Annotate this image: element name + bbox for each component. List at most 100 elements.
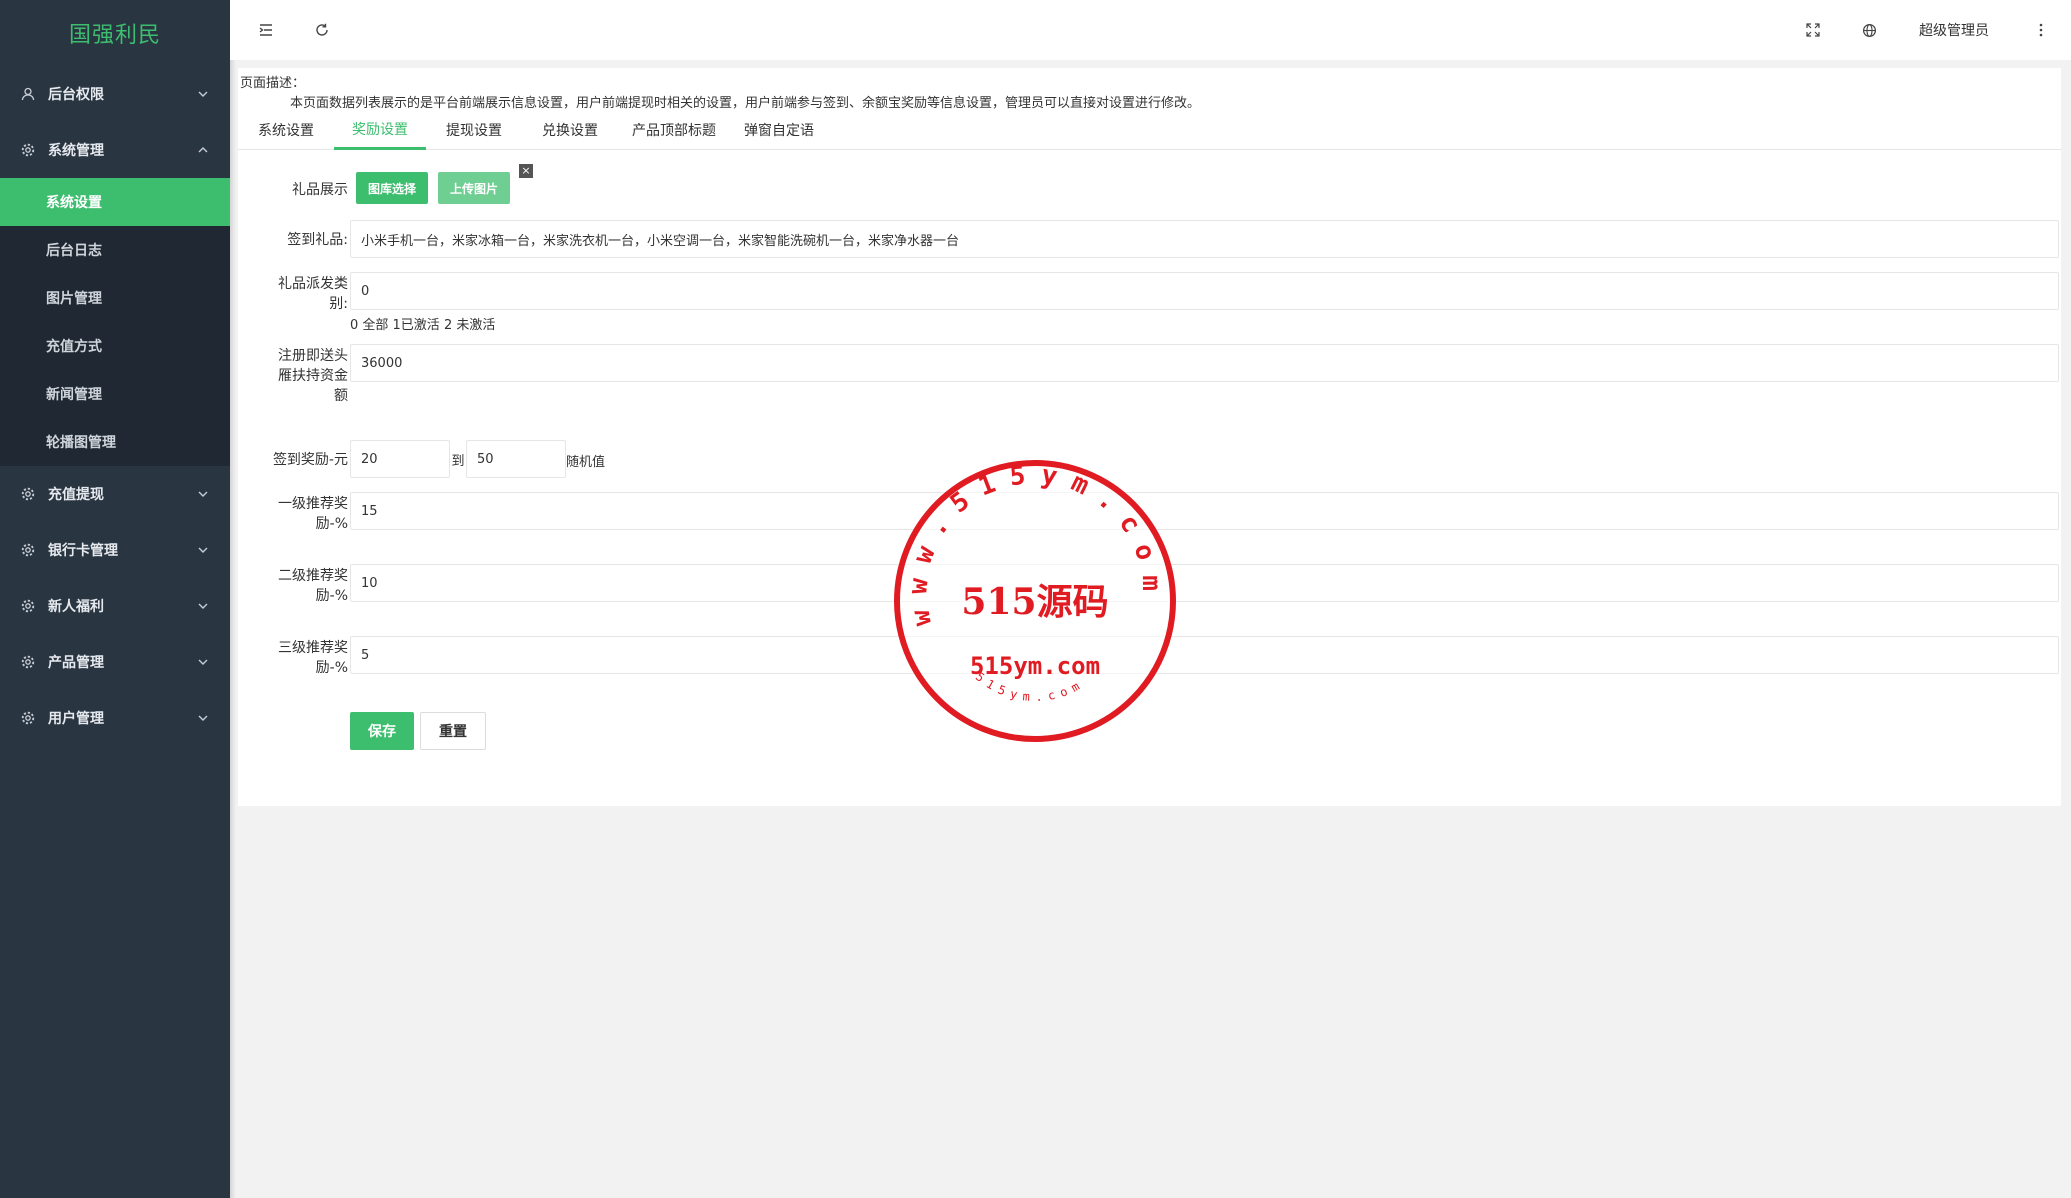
sidebar-group-label: 系统管理	[48, 143, 104, 159]
sidebar-group-label: 用户管理	[48, 711, 104, 727]
sidebar-group-products[interactable]: 产品管理	[0, 634, 230, 690]
chevron-down-icon	[198, 491, 208, 497]
app-logo: 国强利民	[68, 23, 161, 48]
tab-exchange-settings[interactable]: 兑换设置	[522, 110, 618, 150]
fullscreen-icon	[1806, 23, 1820, 37]
register-fund-label-line1: 注册即送头	[278, 348, 348, 364]
signin-reward-min-input[interactable]: 20	[350, 440, 450, 478]
level1-label-line1: 一级推荐奖	[278, 496, 348, 512]
sidebar-group-label: 充值提现	[48, 487, 104, 503]
level3-label-line2: 励-%	[315, 660, 348, 676]
gear-icon	[20, 486, 36, 502]
tab-popup-custom-text[interactable]: 弹窗自定语	[730, 110, 828, 150]
fullscreen-button[interactable]	[1785, 0, 1841, 60]
sidebar-group-label: 后台权限	[48, 87, 104, 103]
admin-user-menu[interactable]: 超级管理员	[1897, 20, 2011, 40]
sidebar-item-backend-logs[interactable]: 后台日志	[0, 226, 230, 274]
stamp-center-text: 515源码	[961, 581, 1108, 623]
sidebar-group-label: 银行卡管理	[48, 543, 118, 559]
register-fund-input[interactable]: 36000	[350, 344, 2059, 382]
refresh-icon	[316, 23, 328, 36]
level2-reward-label: 二级推荐奖 励-%	[252, 566, 348, 606]
menu-toggle-button[interactable]	[238, 0, 294, 60]
sidebar-group-bank-cards[interactable]: 银行卡管理	[0, 522, 230, 578]
gear-icon	[20, 598, 36, 614]
watermark-stamp: www.515ym.com 515源码 515ym.com 515ym.com	[894, 460, 1176, 742]
signin-gift-input[interactable]: 小米手机一台，米家冰箱一台，米家洗衣机一台，小米空调一台，米家智能洗碗机一台，米…	[350, 220, 2059, 258]
level2-label-line2: 励-%	[315, 588, 348, 604]
chevron-down-icon	[198, 547, 208, 553]
signin-reward-max-input[interactable]: 50	[466, 440, 566, 478]
menu-fold-icon	[259, 24, 272, 36]
globe-icon	[1862, 23, 1876, 37]
level3-reward-label: 三级推荐奖 励-%	[252, 638, 348, 678]
settings-tabs: 系统设置 奖励设置 提现设置 兑换设置 产品顶部标题 弹窗自定语	[238, 110, 2061, 150]
sidebar-group-newcomer-benefits[interactable]: 新人福利	[0, 578, 230, 634]
signin-reward-label: 签到奖励-元	[272, 452, 348, 468]
system-management-submenu: 系统设置 后台日志 图片管理 充值方式 新闻管理 轮播图管理	[0, 178, 230, 466]
sidebar-item-news-management[interactable]: 新闻管理	[0, 370, 230, 418]
gift-category-label-line1: 礼品派发类	[278, 276, 348, 292]
sidebar-item-system-settings[interactable]: 系统设置	[0, 178, 230, 226]
level2-reward-input[interactable]: 10	[350, 564, 2059, 602]
gift-category-input[interactable]: 0	[350, 272, 2059, 310]
register-fund-row: 注册即送头 雁扶持资金 额 36000	[238, 344, 2061, 414]
save-button[interactable]: 保存	[350, 712, 414, 750]
sidebar-group-users[interactable]: 用户管理	[0, 690, 230, 746]
sidebar-group-admin-permissions[interactable]: 后台权限	[0, 66, 230, 122]
register-fund-label-line3: 额	[334, 388, 348, 404]
register-fund-label: 注册即送头 雁扶持资金 额	[252, 346, 348, 406]
sidebar-group-label: 新人福利	[48, 599, 104, 615]
close-icon[interactable]: ×	[519, 164, 533, 178]
sidebar-group-recharge-withdraw[interactable]: 充值提现	[0, 466, 230, 522]
gear-icon	[20, 710, 36, 726]
sidebar-shadow	[230, 0, 236, 1198]
page-description-text: 本页面数据列表展示的是平台前端展示信息设置，用户前端提现时相关的设置，用户前端参…	[290, 96, 1201, 111]
chevron-down-icon	[198, 659, 208, 665]
level3-label-line1: 三级推荐奖	[278, 640, 348, 656]
gear-icon	[20, 542, 36, 558]
sidebar: 国强利民 后台权限 系统管理 系统设置 后台日志 图片管理 充值方式 新闻管理 …	[0, 0, 230, 1198]
language-button[interactable]	[1841, 0, 1897, 60]
gift-category-label-line2: 别:	[329, 296, 348, 312]
top-header: 超级管理员	[230, 0, 2071, 60]
chevron-down-icon	[198, 603, 208, 609]
chevron-up-icon	[198, 147, 208, 153]
gear-icon	[20, 654, 36, 670]
tab-withdraw-settings[interactable]: 提现设置	[426, 110, 522, 150]
level1-reward-label: 一级推荐奖 励-%	[252, 494, 348, 534]
gift-category-hint: 0 全部 1已激活 2 未激活	[350, 318, 496, 333]
sidebar-group-system-management[interactable]: 系统管理	[0, 122, 230, 178]
page-description-title: 页面描述：	[240, 76, 306, 91]
tab-reward-settings[interactable]: 奖励设置	[334, 110, 426, 150]
sidebar-group-label: 产品管理	[48, 655, 104, 671]
upload-image-button[interactable]: 上传图片	[438, 172, 511, 204]
signin-gift-label: 签到礼品:	[287, 232, 348, 248]
sidebar-item-image-management[interactable]: 图片管理	[0, 274, 230, 322]
gear-icon	[20, 142, 36, 158]
level3-reward-input[interactable]: 5	[350, 636, 2059, 674]
gallery-select-button[interactable]: 图库选择	[356, 172, 429, 204]
more-options-button[interactable]	[2011, 0, 2071, 60]
level1-reward-input[interactable]: 15	[350, 492, 2059, 530]
level2-label-line1: 二级推荐奖	[278, 568, 348, 584]
tab-system-settings[interactable]: 系统设置	[238, 110, 334, 150]
gift-display-label: 礼品展示	[292, 182, 348, 198]
more-vertical-icon	[2039, 23, 2043, 37]
gift-category-label: 礼品派发类 别:	[252, 274, 348, 314]
tab-product-top-title[interactable]: 产品顶部标题	[618, 110, 730, 150]
chevron-down-icon	[198, 715, 208, 721]
gift-category-row: 礼品派发类 别: 0 0 全部 1已激活 2 未激活	[238, 272, 2061, 333]
signin-reward-suffix: 随机值	[566, 455, 606, 470]
register-fund-label-line2: 雁扶持资金	[278, 368, 348, 384]
level1-label-line2: 励-%	[315, 516, 348, 532]
reset-button[interactable]: 重置	[420, 712, 486, 750]
gift-display-row: 礼品展示 图库选择 上传图片 ×	[238, 164, 2061, 212]
refresh-button[interactable]	[294, 0, 350, 60]
user-icon	[20, 86, 36, 102]
sidebar-item-carousel-management[interactable]: 轮播图管理	[0, 418, 230, 466]
sidebar-item-recharge-methods[interactable]: 充值方式	[0, 322, 230, 370]
chevron-down-icon	[198, 91, 208, 97]
signin-gift-row: 签到礼品: 小米手机一台，米家冰箱一台，米家洗衣机一台，小米空调一台，米家智能洗…	[238, 220, 2061, 260]
signin-reward-separator: 到	[451, 454, 465, 469]
